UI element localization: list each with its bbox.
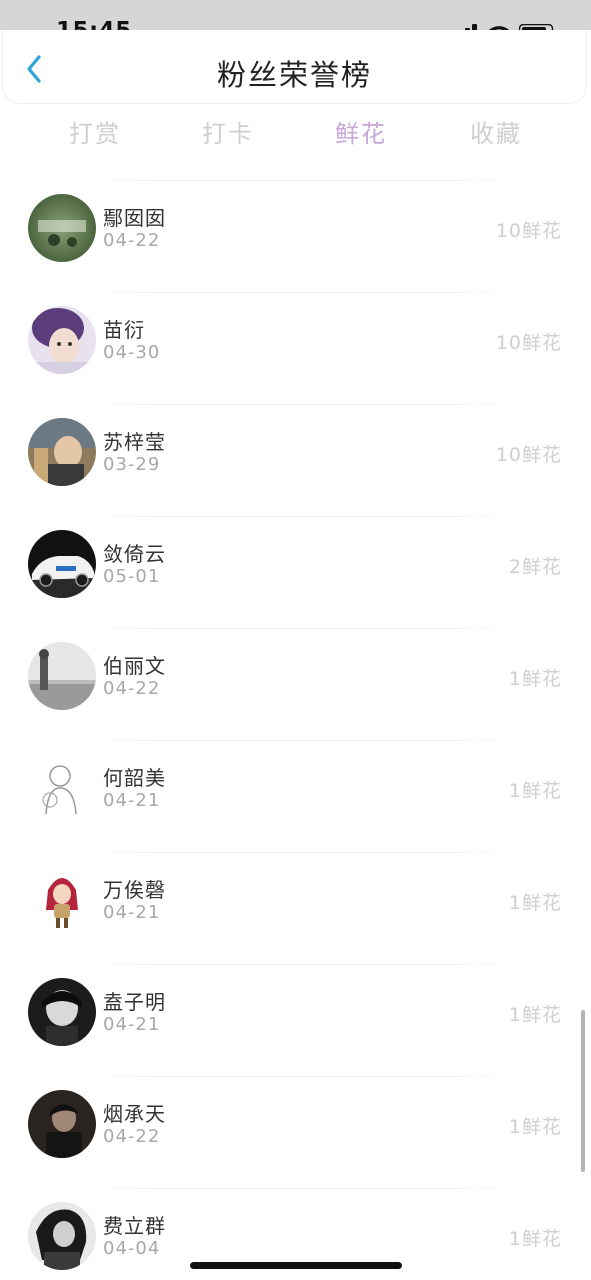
avatar: [28, 418, 96, 486]
fan-date: 04-30: [103, 342, 161, 363]
flower-count: 10鲜花: [495, 332, 562, 354]
list-item[interactable]: 敛倚云 05-01 2鲜花: [0, 516, 591, 628]
fan-name: 万俟磬: [103, 878, 166, 902]
tab-flowers[interactable]: 鲜花: [311, 114, 411, 149]
home-indicator[interactable]: [190, 1262, 402, 1269]
header: 粉丝荣誉榜: [2, 30, 587, 104]
fan-date: 04-04: [103, 1238, 161, 1259]
flower-count: 10鲜花: [495, 444, 562, 466]
avatar: [28, 866, 96, 934]
tab-bar: 打赏 打卡 鲜花 收藏: [0, 114, 591, 158]
page-title: 粉丝荣誉榜: [216, 58, 372, 92]
list-item[interactable]: 苗衍 04-30 10鲜花: [0, 292, 591, 404]
fan-date: 03-29: [103, 454, 161, 475]
tab-favorites[interactable]: 收藏: [446, 114, 546, 149]
list-item[interactable]: 盍子明 04-21 1鲜花: [0, 964, 591, 1076]
avatar: [28, 642, 96, 710]
fan-date: 04-21: [103, 790, 161, 811]
avatar: [28, 978, 96, 1046]
fan-name: 伯丽文: [103, 654, 166, 678]
avatar: [28, 1090, 96, 1158]
fan-name: 苗衍: [103, 318, 145, 342]
list-item[interactable]: 鄢囡囡 04-22 10鲜花: [0, 180, 591, 292]
flower-count: 1鲜花: [508, 1004, 562, 1026]
flower-count: 1鲜花: [508, 668, 562, 690]
list-item[interactable]: 万俟磬 04-21 1鲜花: [0, 852, 591, 964]
fan-date: 05-01: [103, 566, 161, 587]
fan-name: 鄢囡囡: [103, 206, 166, 230]
scrollbar[interactable]: [581, 1010, 585, 1172]
list-item[interactable]: 烟承天 04-22 1鲜花: [0, 1076, 591, 1188]
flower-count: 1鲜花: [508, 1228, 562, 1250]
fan-date: 04-22: [103, 678, 161, 699]
fan-date: 04-22: [103, 1126, 161, 1147]
list-item[interactable]: 伯丽文 04-22 1鲜花: [0, 628, 591, 740]
fan-name: 盍子明: [103, 990, 166, 1014]
flower-count: 1鲜花: [508, 892, 562, 914]
tab-checkin[interactable]: 打卡: [178, 114, 278, 149]
status-bar: 15:45: [0, 0, 591, 44]
fan-name: 苏梓莹: [103, 430, 166, 454]
flower-count: 2鲜花: [508, 556, 562, 578]
screen: 15:45: [0, 0, 591, 1280]
list-item[interactable]: 苏梓莹 03-29 10鲜花: [0, 404, 591, 516]
avatar: [28, 754, 96, 822]
fan-name: 费立群: [103, 1214, 166, 1238]
fan-date: 04-21: [103, 1014, 161, 1035]
flower-count: 1鲜花: [508, 1116, 562, 1138]
fan-date: 04-21: [103, 902, 161, 923]
avatar: [28, 1202, 96, 1270]
flower-count: 10鲜花: [495, 220, 562, 242]
fan-name: 敛倚云: [103, 542, 166, 566]
flower-count: 1鲜花: [508, 780, 562, 802]
fan-name: 何韶美: [103, 766, 166, 790]
avatar: [28, 530, 96, 598]
avatar: [28, 306, 96, 374]
fan-name: 烟承天: [103, 1102, 166, 1126]
list-item[interactable]: 何韶美 04-21 1鲜花: [0, 740, 591, 852]
tab-reward[interactable]: 打赏: [45, 114, 145, 149]
fan-date: 04-22: [103, 230, 161, 251]
avatar: [28, 194, 96, 262]
